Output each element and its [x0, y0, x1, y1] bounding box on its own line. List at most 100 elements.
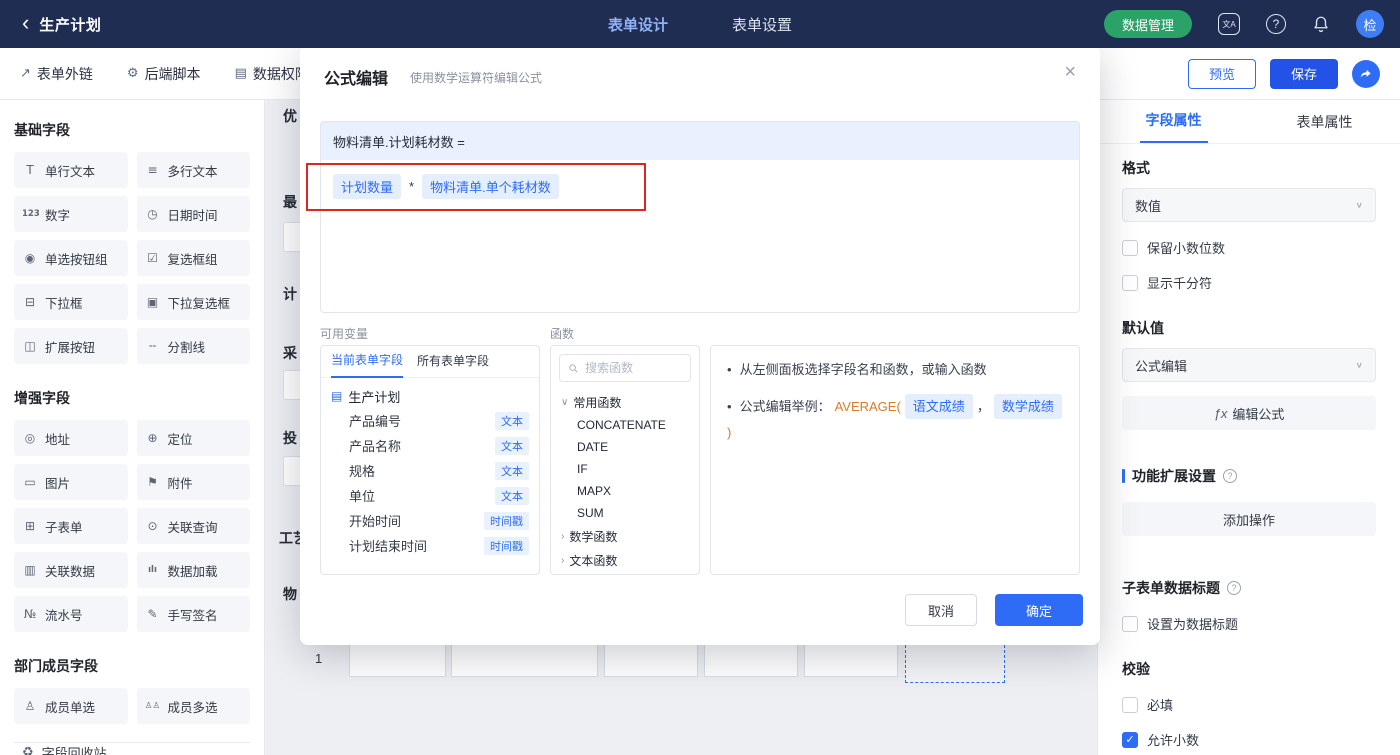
formula-chip-planned-quantity[interactable]: 计划数量: [333, 174, 402, 199]
variable-field-row[interactable]: 计划结束时间 时间戳: [331, 533, 529, 558]
checkbox-icon: ☑: [147, 251, 158, 265]
formula-operator: *: [409, 179, 415, 194]
variable-field-row[interactable]: 产品编号 文本: [331, 408, 529, 433]
function-item-mapx[interactable]: MAPX: [551, 480, 699, 502]
tab-form-design[interactable]: 表单设计: [608, 14, 668, 35]
function-item-concatenate[interactable]: CONCATENATE: [551, 414, 699, 436]
share-icon[interactable]: [1352, 59, 1380, 88]
field-type-tag: 文本: [495, 461, 529, 480]
cancel-button[interactable]: 取消: [905, 594, 977, 626]
field-item-single-line-text[interactable]: T 单行文本: [14, 152, 128, 188]
checkbox-thousand-separator[interactable]: 显示千分符: [1122, 273, 1376, 292]
variable-field-row[interactable]: 规格 文本: [331, 458, 529, 483]
field-item-divider[interactable]: ╌ 分割线: [136, 328, 250, 364]
toolbar-item-data-permission[interactable]: ▤ 数据权限: [235, 64, 309, 84]
field-item-select[interactable]: ⊟ 下拉框: [14, 284, 128, 320]
tab-all-form-fields[interactable]: 所有表单字段: [417, 352, 489, 377]
toolbar-item-external-link[interactable]: ↗ 表单外链: [20, 64, 93, 84]
variable-field-row[interactable]: 产品名称 文本: [331, 433, 529, 458]
checkbox-set-data-title[interactable]: 设置为数据标题: [1122, 614, 1376, 633]
attachment-icon: ⚑: [147, 475, 158, 489]
tab-field-properties[interactable]: 字段属性: [1098, 100, 1249, 143]
variable-field-row[interactable]: 单位 文本: [331, 483, 529, 508]
formula-expression[interactable]: 计划数量 * 物料清单.单个耗材数: [321, 160, 1079, 213]
help-tooltip-icon[interactable]: ?: [1223, 469, 1237, 483]
field-item-label: 子表单: [45, 520, 83, 535]
function-group-common[interactable]: ∨ 常用函数: [551, 390, 699, 414]
field-item-data-load[interactable]: ılı 数据加载: [136, 552, 250, 588]
field-item-checkbox-group[interactable]: ☑ 复选框组: [136, 240, 250, 276]
chevron-right-icon: ›: [561, 554, 565, 566]
address-pin-icon: ◎: [24, 431, 36, 445]
field-item-subform[interactable]: ⊞ 子表单: [14, 508, 128, 544]
field-item-label: 日期时间: [167, 208, 218, 223]
validation-heading: 校验: [1122, 661, 1150, 677]
field-item-multi-line-text[interactable]: ≡ 多行文本: [136, 152, 250, 188]
field-item-location[interactable]: ⊕ 定位: [136, 420, 250, 456]
chevron-down-icon: ∨: [1355, 360, 1363, 370]
checkbox-keep-decimal-digits[interactable]: 保留小数位数: [1122, 238, 1376, 257]
back-chevron-icon[interactable]: ‹: [22, 12, 29, 34]
subform-cell[interactable]: [451, 644, 598, 677]
data-manage-button[interactable]: 数据管理: [1103, 10, 1192, 38]
heading-label: 功能扩展设置: [1132, 468, 1216, 484]
field-item-address[interactable]: ◎ 地址: [14, 420, 128, 456]
function-item-date[interactable]: DATE: [551, 436, 699, 458]
help-icon[interactable]: ?: [1266, 14, 1286, 34]
formula-editor-modal: 公式编辑 使用数学运算符编辑公式 × 物料清单.计划耗材数 = 计划数量 * 物…: [300, 45, 1100, 645]
function-group-math[interactable]: › 数学函数: [551, 524, 699, 548]
add-action-button[interactable]: 添加操作: [1122, 502, 1376, 536]
subform-cell[interactable]: [349, 644, 446, 677]
tab-form-settings[interactable]: 表单设置: [732, 14, 792, 35]
field-item-image[interactable]: ▭ 图片: [14, 464, 128, 500]
notification-bell-icon[interactable]: [1312, 15, 1330, 33]
checkbox-label: 显示千分符: [1147, 276, 1213, 291]
permission-icon: ▤: [234, 66, 247, 81]
function-search-input[interactable]: [585, 361, 682, 375]
field-item-extend-button[interactable]: ◫ 扩展按钮: [14, 328, 128, 364]
bullet-icon: •: [727, 398, 732, 414]
variables-root-node[interactable]: ▤ 生产计划: [331, 384, 529, 408]
function-item-if[interactable]: IF: [551, 458, 699, 480]
subform-cell[interactable]: [804, 644, 898, 677]
subform-data-title-heading: 子表单数据标题 ?: [1122, 578, 1376, 598]
field-item-number[interactable]: 123 数字: [14, 196, 128, 232]
field-item-signature[interactable]: ✎ 手写签名: [136, 596, 250, 632]
user-avatar[interactable]: 检: [1356, 10, 1384, 38]
script-icon: ⚙: [126, 66, 139, 81]
toolbar-item-backend-script[interactable]: ⚙ 后端脚本: [127, 64, 201, 84]
close-icon[interactable]: ×: [1064, 61, 1076, 84]
field-item-multi-select[interactable]: ▣ 下拉复选框: [136, 284, 250, 320]
field-item-attachment[interactable]: ⚑ 附件: [136, 464, 250, 500]
field-item-member-single[interactable]: ♙ 成员单选: [14, 688, 128, 724]
formula-chip-unit-material[interactable]: 物料清单.单个耗材数: [422, 174, 559, 199]
field-item-label: 手写签名: [167, 608, 218, 623]
edit-formula-button[interactable]: ƒx 编辑公式: [1122, 396, 1376, 430]
field-item-serial-number[interactable]: № 流水号: [14, 596, 128, 632]
field-recycle-bin[interactable]: ♻ 字段回收站: [14, 742, 250, 755]
checkbox-required[interactable]: 必填: [1122, 695, 1376, 714]
confirm-button[interactable]: 确定: [995, 594, 1083, 626]
field-item-linked-data[interactable]: ▥ 关联数据: [14, 552, 128, 588]
field-item-linked-query[interactable]: ⊙ 关联查询: [136, 508, 250, 544]
tab-current-form-fields[interactable]: 当前表单字段: [331, 351, 404, 378]
function-search[interactable]: [559, 354, 691, 382]
variable-field-row[interactable]: 开始时间 时间戳: [331, 508, 529, 533]
checkbox-allow-decimal[interactable]: ✓ 允许小数: [1122, 730, 1376, 749]
field-item-radio-group[interactable]: ◉ 单选按钮组: [14, 240, 128, 276]
format-value: 数值: [1135, 198, 1162, 214]
translate-icon[interactable]: 文A: [1218, 13, 1240, 35]
tab-form-properties[interactable]: 表单属性: [1249, 100, 1400, 143]
subform-cell[interactable]: [604, 644, 698, 677]
save-button[interactable]: 保存: [1270, 58, 1338, 89]
field-item-datetime[interactable]: ◷ 日期时间: [136, 196, 250, 232]
field-item-label: 下拉框: [45, 296, 83, 311]
function-item-sum[interactable]: SUM: [551, 502, 699, 524]
preview-button[interactable]: 预览: [1188, 58, 1256, 89]
default-value-select[interactable]: 公式编辑 ∨: [1122, 348, 1376, 382]
subform-cell[interactable]: [704, 644, 798, 677]
help-tooltip-icon[interactable]: ?: [1227, 581, 1241, 595]
field-item-member-multi[interactable]: ♙♙ 成员多选: [136, 688, 250, 724]
function-group-text[interactable]: › 文本函数: [551, 548, 699, 572]
format-select[interactable]: 数值 ∨: [1122, 188, 1376, 222]
